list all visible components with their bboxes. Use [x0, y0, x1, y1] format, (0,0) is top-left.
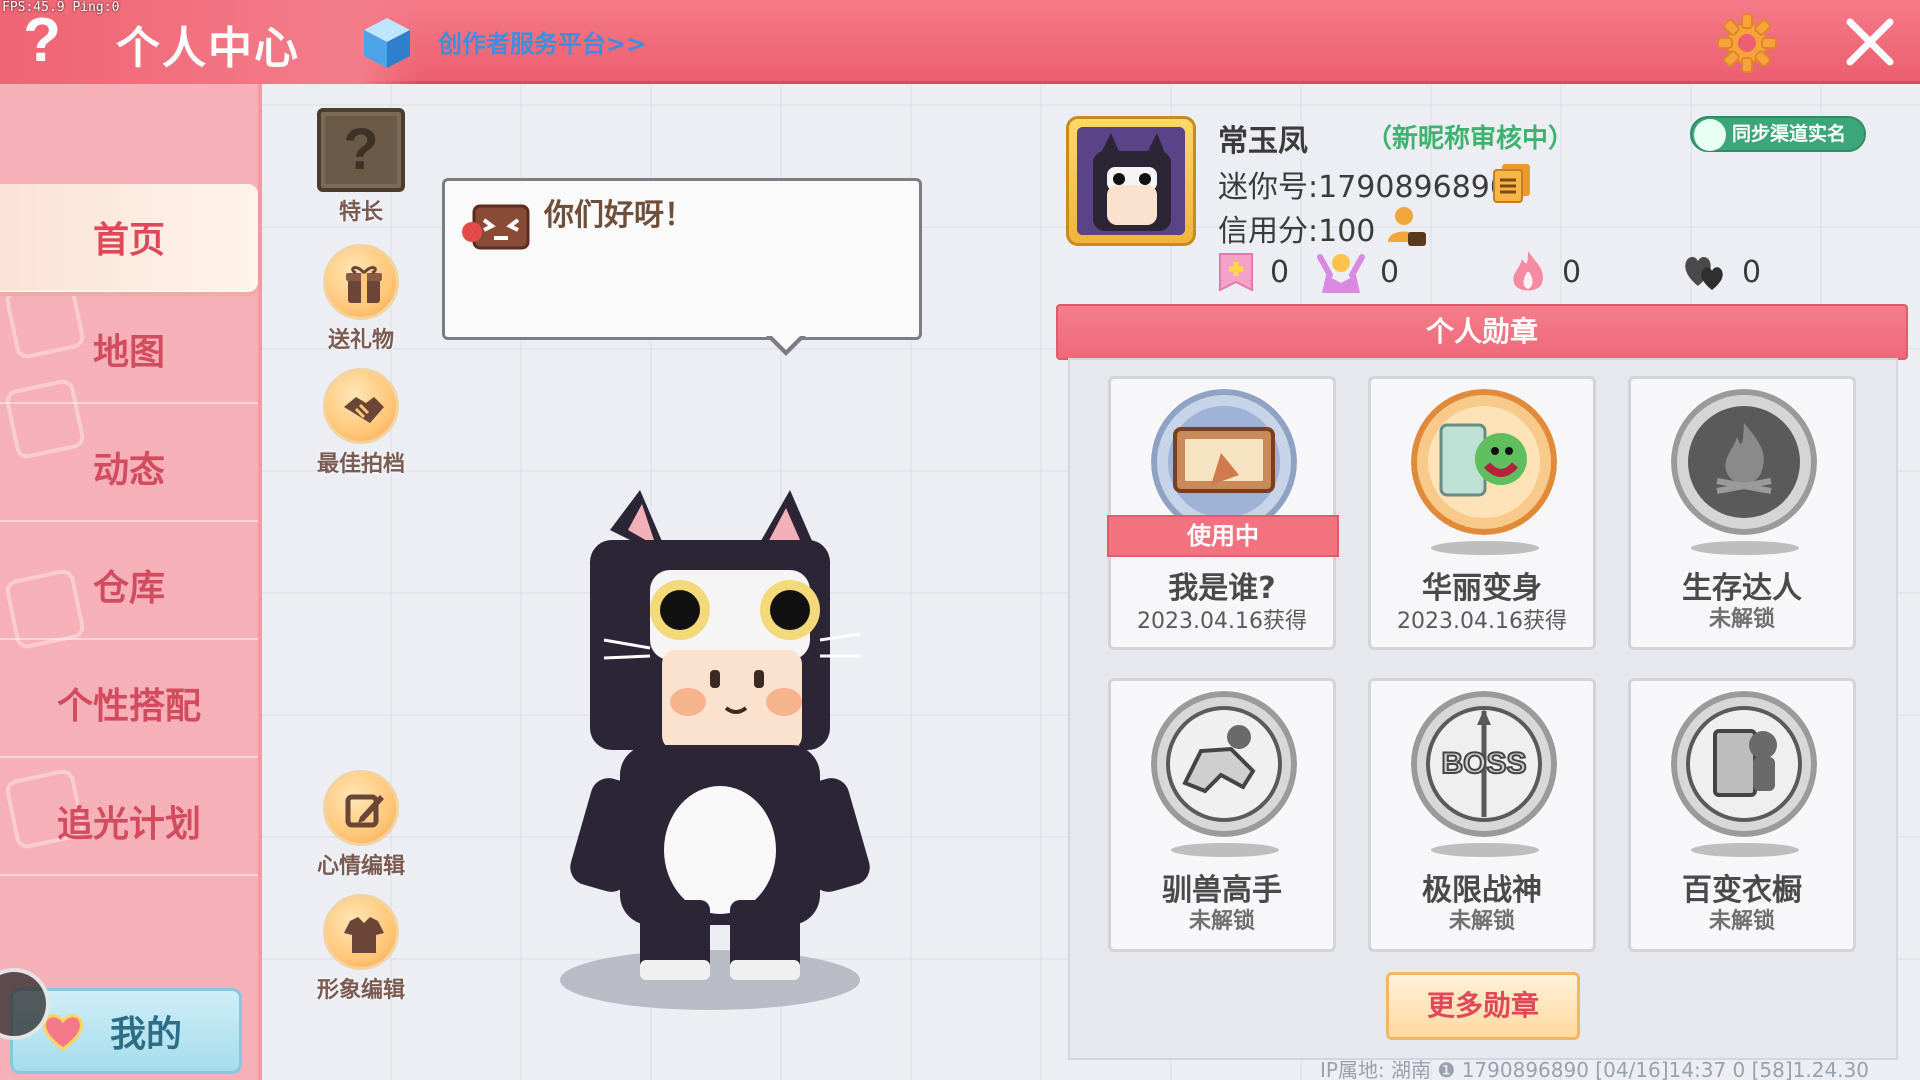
medal-card[interactable]: BOSS 极限战神 未解锁 — [1368, 678, 1596, 952]
gift-button[interactable]: 送礼物 — [306, 244, 416, 354]
medal-beast-tamer-icon — [1151, 691, 1297, 837]
gift-label: 送礼物 — [327, 328, 394, 353]
mood-edit-label: 心情编辑 — [316, 854, 405, 879]
edit-icon — [323, 770, 399, 846]
page-title: 个人中心 — [116, 23, 300, 74]
medal-shadow — [1691, 843, 1799, 857]
medal-wardrobe-icon — [1671, 691, 1817, 837]
handshake-icon — [323, 368, 399, 444]
medal-shadow — [1171, 843, 1279, 857]
medal-card[interactable]: 生存达人 未解锁 — [1628, 376, 1856, 650]
credit-score: 信用分:100 — [1218, 214, 1376, 249]
fan-icon — [1317, 254, 1365, 293]
stat-fans-value: 0 — [1380, 254, 1400, 290]
nickname: 常玉凤 — [1218, 124, 1308, 159]
gear-icon[interactable] — [1716, 12, 1778, 74]
sidebar-item-label: 追光计划 — [56, 804, 201, 845]
sidebar-item-home[interactable]: 首页 — [0, 184, 258, 292]
top-bar: FPS:45.9 Ping:0 ? 个人中心 创作者服务平台>> — [0, 0, 1920, 84]
user-check-icon — [1694, 119, 1726, 151]
footer-info: IP属地: 湖南 ❶ 1790896890 [04/16]14:37 0 [58… — [1320, 1058, 1870, 1080]
close-icon[interactable] — [1842, 14, 1898, 70]
medal-campfire-icon — [1671, 389, 1817, 535]
in-use-badge: 使用中 — [1107, 515, 1339, 557]
stat-likes[interactable]: 0 — [1682, 248, 1761, 296]
best-partner-label: 最佳拍档 — [316, 452, 405, 477]
medal-acquired-date: 2023.04.16获得 — [1137, 609, 1307, 634]
nickname-review-status: （新昵称审核中） — [1366, 124, 1575, 154]
stat-flag-value: 0 — [1270, 254, 1290, 290]
medals-header: 个人勋章 — [1056, 304, 1908, 360]
question-block-icon: ? — [317, 108, 405, 192]
image-edit-label: 形象编辑 — [316, 978, 405, 1003]
medal-locked-text: 未解锁 — [1188, 909, 1255, 934]
medal-name: 我是谁? — [1168, 571, 1276, 606]
medal-name: 华丽变身 — [1422, 571, 1542, 606]
medal-boss-icon: BOSS — [1411, 691, 1557, 837]
image-edit-button[interactable]: 形象编辑 — [306, 894, 416, 1004]
stat-flag[interactable]: 0 — [1216, 248, 1289, 296]
stat-heat[interactable]: 0 — [1508, 248, 1581, 296]
more-medals-button[interactable]: 更多勋章 — [1386, 972, 1580, 1040]
svg-text:BOSS: BOSS — [1441, 747, 1526, 780]
sidebar-item-warehouse[interactable]: 仓库 — [0, 532, 258, 640]
flag-icon — [1219, 253, 1253, 292]
credit-user-icon[interactable] — [1384, 204, 1428, 248]
creator-platform-link[interactable]: 创作者服务平台>> — [438, 24, 646, 59]
medal-locked-text: 未解锁 — [1448, 909, 1515, 934]
avatar-image — [1077, 127, 1185, 235]
cube-icon[interactable] — [362, 16, 412, 70]
medal-card[interactable]: 华丽变身 2023.04.16获得 — [1368, 376, 1596, 650]
specialty-label: 特长 — [338, 200, 383, 225]
sidebar-item-label: 地图 — [92, 332, 165, 373]
stat-likes-value: 0 — [1742, 254, 1762, 290]
best-partner-button[interactable]: 最佳拍档 — [306, 368, 416, 478]
flame-icon — [1513, 251, 1543, 291]
medal-transform-icon — [1411, 389, 1557, 535]
sync-real-name-button[interactable]: 同步渠道实名 — [1690, 116, 1866, 152]
sidebar: 首页 地图 动态 仓库 个性搭配 追光计划 — [0, 84, 262, 1080]
avatar[interactable] — [1066, 116, 1196, 246]
greeting-text: 你们好呀！ — [544, 198, 694, 233]
sync-real-name-label: 同步渠道实名 — [1732, 123, 1847, 145]
emote-icon — [462, 204, 530, 250]
medal-shadow — [1431, 843, 1539, 857]
sidebar-item-feed[interactable]: 动态 — [0, 414, 258, 522]
stat-fans[interactable]: 0 — [1316, 248, 1399, 296]
hearts-icon — [1685, 256, 1723, 290]
medal-acquired-date: 2023.04.16获得 — [1397, 609, 1567, 634]
sidebar-item-label: 个性搭配 — [56, 686, 201, 727]
medal-card[interactable]: 百变衣橱 未解锁 — [1628, 678, 1856, 952]
heart-icon — [43, 1014, 83, 1051]
sidebar-item-label: 动态 — [92, 450, 165, 491]
speech-bubble-tail-inner — [770, 334, 802, 350]
specialty-button[interactable]: ? 特长 — [306, 108, 416, 226]
sidebar-item-label: 仓库 — [92, 568, 165, 609]
sidebar-item-label: 首页 — [92, 220, 165, 261]
outfit-icon — [323, 894, 399, 970]
player-character[interactable] — [520, 490, 900, 1010]
medal-shadow — [1431, 541, 1539, 555]
gift-icon — [323, 244, 399, 320]
mood-edit-button[interactable]: 心情编辑 — [306, 770, 416, 880]
copy-icon[interactable] — [1492, 162, 1532, 204]
medal-card[interactable]: 使用中 我是谁? 2023.04.16获得 — [1107, 376, 1339, 650]
medal-card[interactable]: 驯兽高手 未解锁 — [1108, 678, 1336, 952]
medal-shadow — [1691, 541, 1799, 555]
sidebar-item-map[interactable]: 地图 — [0, 296, 258, 404]
sidebar-item-outfit[interactable]: 个性搭配 — [0, 650, 258, 758]
medal-letter-icon — [1151, 389, 1297, 535]
medal-locked-text: 未解锁 — [1708, 909, 1775, 934]
mini-id: 迷你号:1790896890 — [1218, 170, 1509, 205]
stat-heat-value: 0 — [1562, 254, 1582, 290]
medal-locked-text: 未解锁 — [1708, 607, 1775, 632]
sidebar-item-chase-light[interactable]: 追光计划 — [0, 768, 258, 876]
my-button-label: 我的 — [109, 1014, 182, 1055]
help-icon[interactable]: ? — [18, 8, 66, 74]
